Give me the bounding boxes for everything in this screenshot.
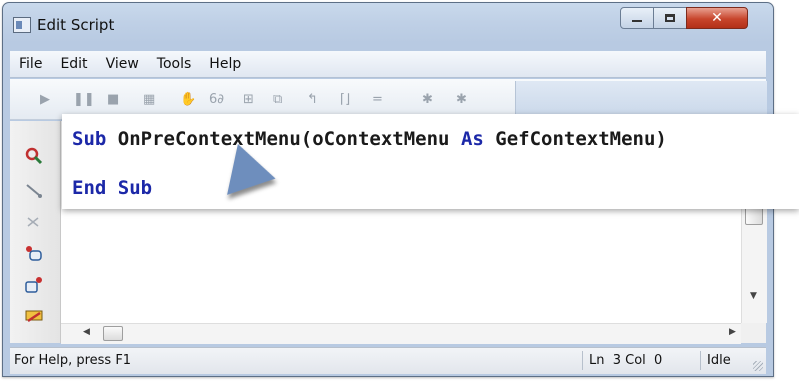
breakpoint-icon[interactable]: ▦ — [143, 93, 155, 107]
code-keyword-as: As — [460, 128, 484, 150]
close-button[interactable]: ✕ — [686, 7, 748, 29]
minimize-icon — [632, 20, 642, 22]
status-state: Idle — [700, 351, 747, 370]
references-icon[interactable] — [24, 276, 44, 294]
run-icon[interactable]: ▶ — [40, 93, 50, 107]
menu-view[interactable]: View — [97, 56, 148, 72]
code-keyword-end-sub: End Sub — [72, 177, 153, 199]
bookmark-icon[interactable]: ✱ — [422, 93, 433, 107]
tool-strip — [10, 121, 61, 343]
menu-bar: File Edit View Tools Help — [10, 51, 766, 78]
clear-bookmark-icon[interactable]: ✱ — [456, 93, 467, 107]
toolbar-empty-area — [515, 81, 767, 117]
code-line-1[interactable]: Sub OnPreContextMenu(oContextMenu As Gef… — [72, 128, 667, 150]
step-into-icon[interactable]: ⊞ — [243, 93, 254, 107]
horizontal-scroll-thumb[interactable] — [103, 326, 123, 341]
code-signature: OnPreContextMenu(oContextMenu — [106, 128, 461, 150]
step-out-icon[interactable]: ↰ — [307, 93, 318, 107]
menu-tools[interactable]: Tools — [148, 56, 201, 72]
status-bar: For Help, press F1 Ln 3 Col 0 Idle — [10, 347, 766, 374]
pause-icon[interactable]: ❚❚ — [73, 93, 95, 107]
code-type: GefContextMenu) — [483, 128, 667, 150]
app-icon — [13, 17, 31, 33]
scroll-right-icon[interactable]: ▶ — [729, 327, 736, 337]
status-help-text: For Help, press F1 — [14, 353, 132, 368]
window-title: Edit Script — [37, 16, 115, 34]
maximize-icon — [665, 14, 675, 22]
toggle-icon[interactable]: = — [372, 93, 383, 107]
macro-icon[interactable] — [24, 307, 44, 325]
scroll-down-icon[interactable]: ▼ — [750, 291, 757, 301]
scroll-left-icon[interactable]: ◀ — [83, 327, 90, 337]
cut-icon[interactable] — [24, 213, 44, 231]
minimize-button[interactable] — [620, 7, 654, 29]
find-icon[interactable] — [24, 147, 44, 165]
code-line-2[interactable]: End Sub — [72, 177, 152, 199]
close-icon: ✕ — [711, 10, 723, 26]
code-keyword-sub: Sub — [72, 128, 107, 150]
code-zoom-callout: Sub OnPreContextMenu(oContextMenu As Gef… — [62, 114, 799, 209]
step-over-icon[interactable]: ⧉ — [273, 93, 282, 107]
menu-file[interactable]: File — [10, 56, 51, 72]
wand-icon[interactable] — [24, 181, 44, 199]
maximize-button[interactable] — [653, 7, 687, 29]
title-bar[interactable]: Edit Script ✕ — [3, 3, 773, 43]
horizontal-scrollbar[interactable]: ◀ ▶ — [61, 323, 741, 344]
cursor-position: Ln 3 Col 0 — [582, 351, 675, 370]
watch-icon[interactable]: 6∂ — [209, 93, 224, 107]
vertical-scroll-thumb[interactable] — [745, 207, 763, 225]
resize-grip[interactable] — [753, 361, 763, 371]
menu-edit[interactable]: Edit — [51, 56, 96, 72]
menu-help[interactable]: Help — [200, 56, 250, 72]
run-to-cursor-icon[interactable]: ⌈⌋ — [340, 93, 350, 107]
stop-icon[interactable]: ■ — [107, 93, 119, 107]
object-browser-icon[interactable] — [24, 244, 44, 262]
hand-icon[interactable]: ✋ — [180, 93, 196, 107]
